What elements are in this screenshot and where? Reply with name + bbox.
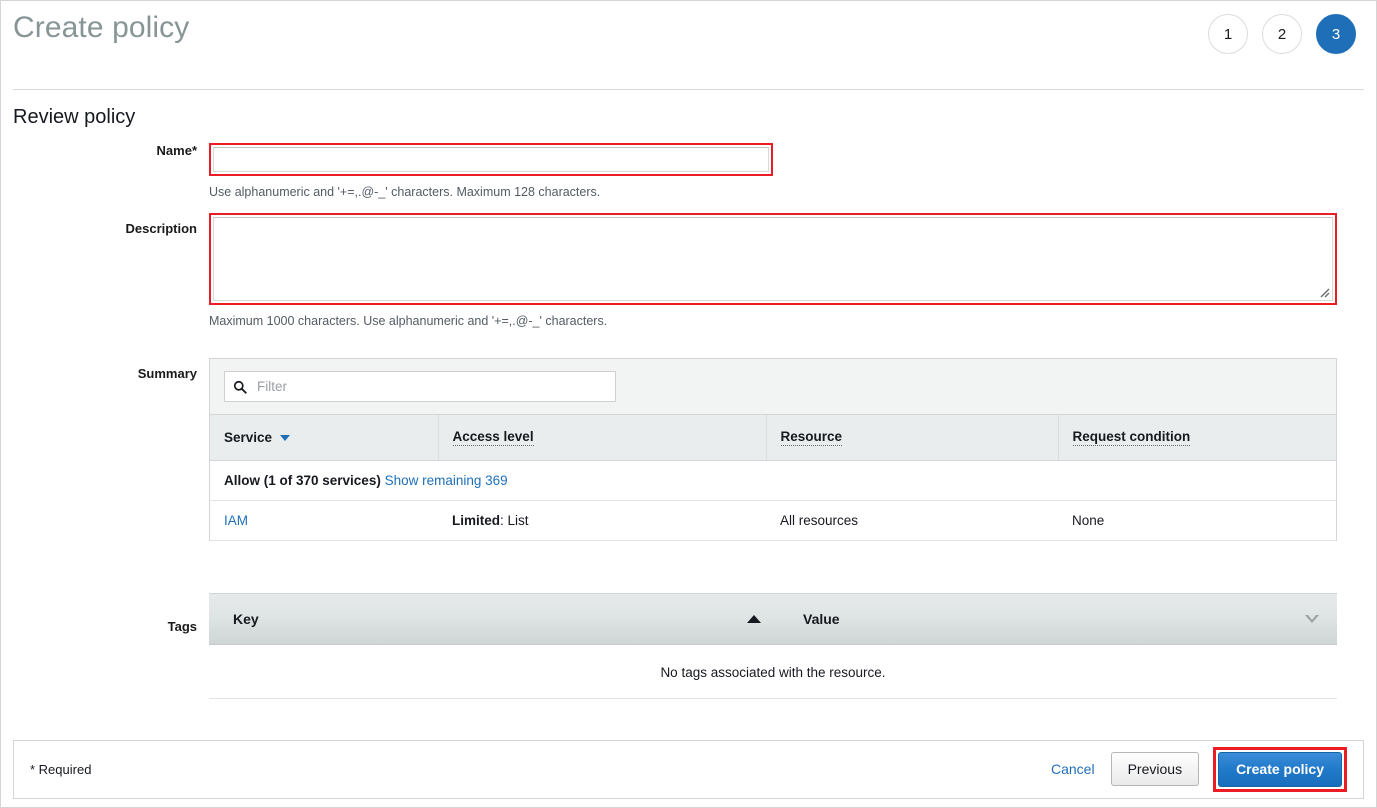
tags-form-row: Tags Key Value No tags associated with t…: [13, 593, 1364, 699]
tags-col-value-label: Value: [803, 611, 840, 627]
summary-table-header-row: Service Access level Resource Request co…: [210, 415, 1336, 461]
name-input[interactable]: [213, 147, 769, 172]
page-header: Create policy 1 2 3: [13, 1, 1364, 90]
search-icon: [233, 380, 247, 394]
summary-col-access-level[interactable]: Access level: [438, 415, 767, 461]
page-footer: * Required Cancel Previous Create policy: [13, 740, 1364, 799]
table-row: IAM Limited: List All resources None: [210, 500, 1336, 541]
tags-table-header-row: Key Value: [209, 593, 1337, 645]
section-title-review-policy: Review policy: [13, 106, 136, 128]
summary-group-text: Allow (1 of 370 services): [224, 473, 381, 488]
tags-col-key[interactable]: Key: [209, 594, 779, 644]
summary-col-service-label: Service: [224, 430, 273, 445]
create-policy-highlight: Create policy: [1213, 746, 1347, 793]
show-remaining-link[interactable]: Show remaining 369: [385, 473, 508, 488]
footer-actions: Cancel Previous Create policy: [1049, 746, 1347, 793]
tags-col-value[interactable]: Value: [779, 594, 1337, 644]
sort-descending-icon: [280, 434, 291, 441]
create-policy-button[interactable]: Create policy: [1218, 751, 1342, 788]
description-form-row: Description Maximum 1000 characters. Use…: [13, 213, 1364, 328]
summary-col-request-condition-label: Request condition: [1072, 429, 1191, 446]
description-field-container: Maximum 1000 characters. Use alphanumeri…: [209, 213, 1364, 328]
resource-cell: All resources: [766, 500, 1058, 541]
wizard-step-3[interactable]: 3: [1316, 14, 1356, 54]
name-input-highlight: [209, 143, 773, 176]
description-textarea[interactable]: [213, 217, 1333, 301]
summary-form-row: Summary Filter Service Access level Reso…: [13, 358, 1364, 541]
wizard-step-1[interactable]: 1: [1208, 14, 1248, 54]
summary-panel: Service Access level: [209, 358, 1337, 541]
summary-field-container: Service Access level: [209, 358, 1364, 541]
summary-filter-input[interactable]: [255, 372, 615, 401]
cancel-button[interactable]: Cancel: [1049, 757, 1097, 781]
summary-group-row: Allow (1 of 370 services) Show remaining…: [210, 460, 1336, 501]
sort-ascending-icon: [747, 615, 761, 623]
summary-table: Service Access level Resource Request co…: [210, 415, 1336, 541]
name-field-container: Use alphanumeric and '+=,.@-_' character…: [209, 143, 1364, 199]
create-policy-page: Create policy 1 2 3 Review policy Name* …: [0, 0, 1377, 808]
tags-panel: Key Value No tags associated with the re…: [209, 593, 1337, 699]
tags-label: Tags: [167, 619, 197, 634]
summary-col-resource[interactable]: Resource: [766, 415, 1059, 461]
name-form-row: Name* Use alphanumeric and '+=,.@-_' cha…: [13, 143, 1364, 199]
name-helper-text: Use alphanumeric and '+=,.@-_' character…: [209, 185, 601, 199]
summary-filter-box[interactable]: [224, 371, 616, 402]
tags-col-key-label: Key: [233, 611, 259, 627]
description-label: Description: [125, 221, 197, 236]
access-level-strong: Limited: [452, 513, 501, 528]
required-note: * Required: [30, 762, 92, 777]
summary-col-request-condition[interactable]: Request condition: [1058, 415, 1336, 461]
tags-empty-message: No tags associated with the resource.: [209, 645, 1337, 699]
summary-label: Summary: [137, 366, 197, 381]
summary-col-resource-label: Resource: [780, 429, 843, 446]
access-level-rest: : List: [500, 513, 529, 528]
wizard-step-2[interactable]: 2: [1262, 14, 1302, 54]
wizard-steps: 1 2 3: [1208, 14, 1356, 54]
previous-button[interactable]: Previous: [1110, 752, 1200, 787]
summary-col-service[interactable]: Service: [210, 415, 439, 461]
description-input-highlight: [209, 213, 1337, 305]
page-content: Review policy Name* Use alphanumeric and…: [1, 106, 1376, 699]
summary-col-access-level-label: Access level: [452, 429, 534, 446]
name-label: Name*: [156, 143, 197, 158]
sort-none-icon: [1305, 615, 1319, 623]
tags-field-container: Key Value No tags associated with the re…: [209, 593, 1364, 699]
description-helper-text: Maximum 1000 characters. Use alphanumeri…: [209, 314, 608, 328]
page-title: Create policy: [13, 11, 190, 44]
service-link-iam[interactable]: IAM: [224, 513, 248, 528]
request-condition-cell: None: [1058, 500, 1336, 541]
summary-filter-bar: [210, 359, 1336, 415]
